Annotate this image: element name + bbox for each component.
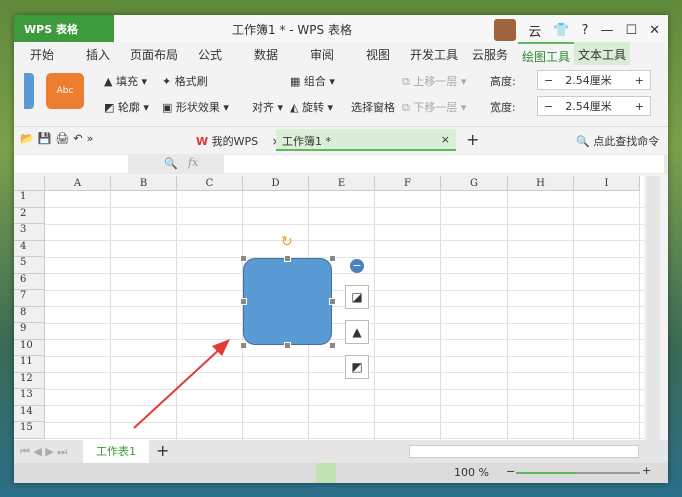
annotation-arrow <box>133 339 230 429</box>
